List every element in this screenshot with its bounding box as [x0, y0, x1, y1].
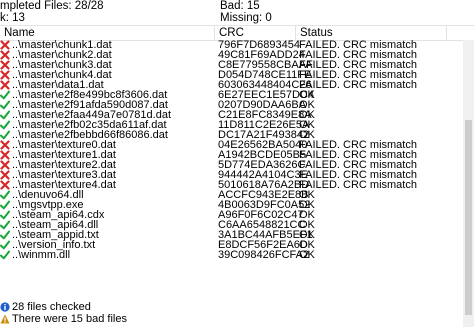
check-icon	[0, 200, 10, 210]
x-icon	[0, 80, 10, 90]
check-icon	[0, 240, 10, 250]
file-row[interactable]: ..\winmm.dll 39C098426FCFA2 OK	[0, 249, 462, 261]
check-icon	[0, 210, 10, 220]
file-status: FAILED. CRC mismatch	[299, 79, 417, 91]
file-list[interactable]: ..\master\chunk1.dat 796F7D6893454 FAILED.…	[0, 40, 462, 300]
check-icon	[0, 220, 10, 230]
x-icon	[0, 60, 10, 70]
file-status: OK	[299, 249, 315, 261]
x-icon	[0, 150, 10, 160]
check-icon	[0, 250, 10, 260]
column-header-crc[interactable]: CRC	[215, 26, 295, 40]
files-checked-message: 28 files checked	[0, 301, 300, 313]
message-text: 28 files checked	[12, 301, 91, 313]
column-header-name[interactable]: Name	[0, 26, 214, 40]
column-divider[interactable]	[446, 26, 447, 40]
check-icon	[0, 230, 10, 240]
file-status: FAILED. CRC mismatch	[299, 179, 417, 191]
column-header-status[interactable]: Status	[296, 26, 446, 40]
check-icon	[0, 190, 10, 200]
vertical-scrollbar[interactable]	[463, 40, 474, 327]
scrollbar-thumb[interactable]	[465, 120, 472, 315]
check-icon	[0, 100, 10, 110]
bad-count-label: Bad: 15	[220, 0, 260, 12]
message-text: There were 15 bad files	[12, 313, 127, 325]
list-header: Name CRC Status	[0, 25, 474, 41]
x-icon	[0, 180, 10, 190]
x-icon	[0, 140, 10, 150]
check-icon	[0, 90, 10, 100]
missing-count-label: Missing: 0	[220, 12, 272, 24]
x-icon	[0, 50, 10, 60]
bad-files-message: There were 15 bad files	[0, 313, 300, 325]
x-icon	[0, 70, 10, 80]
ok-count-label: k: 13	[0, 12, 25, 24]
x-icon	[0, 40, 10, 50]
info-icon	[0, 302, 10, 312]
check-icon	[0, 130, 10, 140]
summary-panel: mpleted Files: 28/28 k: 13 Bad: 15 Missi…	[0, 0, 474, 24]
file-crc: 39C098426FCFA2	[218, 249, 310, 261]
completed-files-label: mpleted Files: 28/28	[0, 0, 104, 12]
x-icon	[0, 170, 10, 180]
check-icon	[0, 120, 10, 130]
x-icon	[0, 160, 10, 170]
warning-icon	[0, 314, 10, 324]
check-icon	[0, 110, 10, 120]
file-name: ..\winmm.dll	[12, 249, 71, 261]
